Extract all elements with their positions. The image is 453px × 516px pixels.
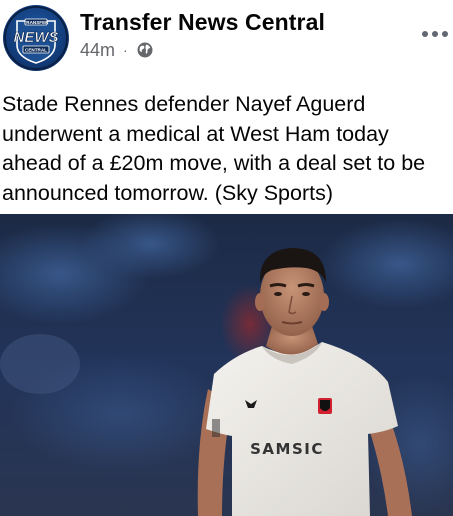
post-photo[interactable]: SAMSIC bbox=[0, 214, 453, 516]
more-options-button[interactable] bbox=[417, 20, 453, 48]
kit-sponsor-text: SAMSIC bbox=[250, 440, 324, 458]
player-photo-image: SAMSIC bbox=[0, 214, 453, 516]
page-name[interactable]: Transfer News Central bbox=[80, 9, 325, 36]
post-header: TRANSFER NEWS CENTRAL Transfer News Cent… bbox=[0, 0, 453, 80]
more-dot bbox=[442, 31, 448, 37]
globe-icon[interactable] bbox=[136, 41, 154, 59]
logo-bottom-text: CENTRAL bbox=[25, 48, 47, 53]
more-dot bbox=[422, 31, 428, 37]
page-avatar[interactable]: TRANSFER NEWS CENTRAL bbox=[3, 5, 69, 71]
logo-main-text: NEWS bbox=[14, 29, 59, 46]
more-dot bbox=[432, 31, 438, 37]
post-timestamp[interactable]: 44m bbox=[80, 40, 115, 61]
meta-separator: · bbox=[123, 42, 128, 58]
news-logo-icon: TRANSFER NEWS CENTRAL bbox=[4, 6, 68, 70]
post-meta: 44m · bbox=[80, 39, 154, 61]
post-text: Stade Rennes defender Nayef Aguerd under… bbox=[2, 92, 426, 205]
logo-top-text: TRANSFER bbox=[23, 20, 49, 25]
